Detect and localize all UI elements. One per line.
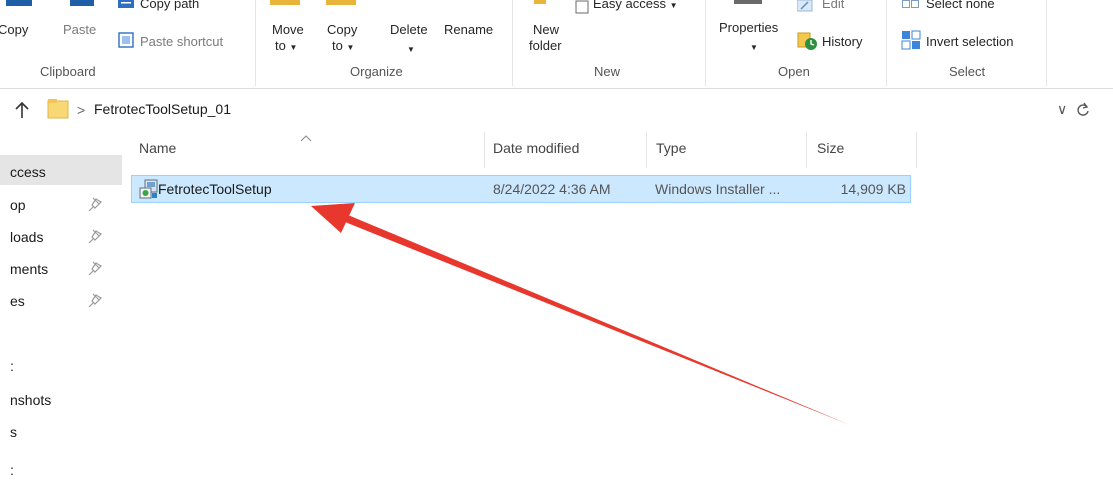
properties-icon — [734, 0, 762, 4]
history-label: History — [822, 34, 863, 49]
up-arrow-icon[interactable] — [14, 101, 30, 119]
rename-label: Rename — [444, 22, 494, 37]
paste-icon — [70, 0, 94, 6]
column-header-size[interactable]: Size — [817, 140, 844, 156]
column-header-date-modified[interactable]: Date modified — [493, 140, 579, 156]
nav-item-drive[interactable]: : — [0, 351, 122, 381]
new-folder-label: New — [533, 22, 560, 37]
file-name: FetrotecToolSetup — [158, 181, 272, 197]
paste-shortcut-icon — [118, 32, 134, 48]
breadcrumb-separator: > — [77, 102, 86, 118]
select-none-label: Select none — [926, 0, 995, 11]
pin-icon — [88, 197, 102, 212]
file-type: Windows Installer ... — [655, 181, 781, 197]
copy-label: Copy — [0, 22, 29, 37]
open-group-label: Open — [778, 64, 810, 79]
move-to-label: Move — [272, 22, 304, 37]
invert-selection-label: Invert selection — [926, 34, 1014, 49]
file-row[interactable]: FetrotecToolSetup 8/24/2022 4:36 AM Wind… — [131, 175, 911, 203]
clipboard-group-label: Clipboard — [40, 64, 96, 79]
breadcrumb-folder[interactable]: FetrotecToolSetup_01 — [94, 101, 231, 117]
nav-item-desktop[interactable]: op — [0, 190, 122, 220]
column-divider[interactable] — [484, 132, 485, 168]
copy-to-label: Copy — [327, 22, 358, 37]
properties-label: Properties — [719, 20, 779, 35]
pin-icon — [88, 293, 102, 308]
edit-label: Edit — [822, 0, 845, 11]
address-bar: > FetrotecToolSetup_01 ∨ — [0, 93, 1113, 127]
refresh-icon[interactable] — [1076, 102, 1090, 118]
history-icon — [797, 32, 817, 50]
delete-label: Delete — [390, 22, 428, 37]
nav-item-screenshots[interactable]: nshots — [0, 385, 122, 415]
nav-item-pictures[interactable]: es — [0, 286, 122, 316]
chevron-down-icon[interactable]: ∨ — [1057, 101, 1067, 118]
group-divider — [886, 0, 887, 86]
group-divider — [1046, 0, 1047, 86]
copy-to-sub: to ▼ — [332, 38, 355, 53]
nav-item-drive-2[interactable]: : — [0, 455, 122, 485]
column-divider[interactable] — [916, 132, 917, 168]
move-to-icon — [270, 0, 300, 5]
group-divider — [512, 0, 513, 86]
column-header-name[interactable]: Name — [139, 140, 176, 156]
nav-item-label: loads — [10, 229, 44, 245]
edit-icon — [797, 0, 813, 12]
move-to-sub: to ▼ — [275, 38, 298, 53]
nav-item-label: es — [10, 293, 25, 309]
pin-icon — [88, 229, 102, 244]
nav-item-label: nshots — [10, 392, 52, 408]
copy-icon — [6, 0, 32, 6]
chevron-down-icon: ▼ — [407, 45, 415, 54]
new-folder-icon — [534, 0, 546, 4]
msi-installer-icon — [139, 179, 158, 199]
nav-item-label: op — [10, 197, 26, 213]
nav-item-documents[interactable]: ments — [0, 254, 122, 284]
group-divider — [705, 0, 706, 86]
nav-item-label: : — [10, 462, 14, 478]
column-header-type[interactable]: Type — [656, 140, 686, 156]
paste-label: Paste — [63, 22, 97, 37]
file-date-modified: 8/24/2022 4:36 AM — [493, 181, 611, 197]
nav-item-label: ments — [10, 261, 49, 277]
new-group-label: New — [594, 64, 621, 79]
file-size: 14,909 KB — [840, 181, 906, 197]
easy-access-icon — [575, 0, 589, 14]
chevron-down-icon: ▼ — [750, 43, 758, 52]
annotation-arrow-shaft — [345, 215, 850, 425]
ribbon: Copy Paste Copy path Paste shortcut Clip… — [0, 0, 1113, 89]
sort-ascending-icon — [300, 135, 312, 142]
pin-icon — [88, 261, 102, 276]
column-divider[interactable] — [806, 132, 807, 168]
paste-shortcut-label: Paste shortcut — [140, 34, 224, 49]
navigation-pane: ccess op loads ments es : nshots s : — [0, 130, 122, 484]
folder-icon — [47, 99, 69, 119]
nav-item-label: ccess — [10, 164, 46, 180]
copy-path-icon — [118, 0, 134, 8]
nav-item-folder[interactable]: s — [0, 417, 122, 447]
nav-item-quick-access[interactable]: ccess — [0, 155, 122, 185]
copy-path-label: Copy path — [140, 0, 200, 11]
column-divider[interactable] — [646, 132, 647, 168]
easy-access-label: Easy access ▼ — [593, 0, 678, 11]
invert-selection-icon — [901, 30, 921, 50]
select-group-label: Select — [949, 64, 986, 79]
copy-to-icon — [326, 0, 356, 5]
nav-item-label: : — [10, 358, 14, 374]
organize-group-label: Organize — [350, 64, 403, 79]
group-divider — [255, 0, 256, 86]
annotation-arrow-head — [311, 203, 355, 233]
select-none-icon — [902, 0, 919, 8]
nav-item-label: s — [10, 424, 17, 440]
nav-item-downloads[interactable]: loads — [0, 222, 122, 252]
new-folder-sub: folder — [529, 38, 562, 53]
